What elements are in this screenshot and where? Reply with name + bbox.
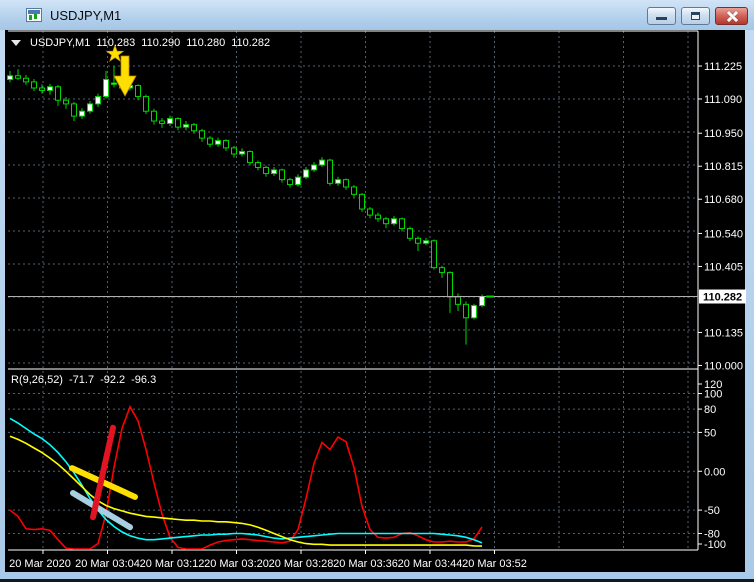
indicator-line-R-slow bbox=[9, 435, 483, 547]
close-icon bbox=[726, 11, 738, 22]
symbol-dropdown-icon[interactable] bbox=[11, 40, 21, 46]
time-axis-label: 20 Mar 03:52 bbox=[462, 558, 527, 570]
indicator-line-R-fast bbox=[9, 404, 483, 550]
indicator-axis-label: -50 bbox=[704, 505, 720, 517]
chart-canvas[interactable]: 111.225 111.090 110.950 110.815 110.680 110.5… bbox=[0, 0, 754, 582]
main-chart-header: USDJPY,M1 110.283 110.290 110.280 110.28… bbox=[11, 37, 270, 49]
indicator-axis[interactable]: 12010080500.00-50-80-100 bbox=[698, 379, 726, 551]
price-axis-label: 110.135 bbox=[704, 327, 743, 339]
candles bbox=[7, 66, 485, 345]
down-arrow-annotation bbox=[113, 55, 137, 97]
price-axis-label: 111.090 bbox=[704, 94, 742, 106]
indicator-axis-label: 100 bbox=[704, 389, 722, 401]
indicator-axis-label: -100 bbox=[704, 539, 726, 551]
price-axis-label: 110.950 bbox=[704, 128, 743, 140]
time-axis[interactable]: 20 Mar 2020 20 Mar 03:04 20 Mar 03:12 20 Ma… bbox=[9, 550, 527, 570]
minimize-icon bbox=[656, 17, 667, 20]
chart-window-icon bbox=[26, 8, 42, 22]
indicator-value-2: -92.2 bbox=[100, 374, 126, 386]
price-axis-label: 110.540 bbox=[704, 228, 743, 240]
price-axis-label: 111.225 bbox=[704, 61, 742, 73]
indicator-lines bbox=[9, 404, 483, 550]
restore-icon bbox=[691, 12, 700, 20]
price-axis-label: 110.000 bbox=[704, 360, 743, 372]
panel-frames bbox=[8, 30, 699, 551]
time-axis-label: 20 Mar 03:28 bbox=[269, 558, 334, 570]
header-low: 110.280 bbox=[186, 37, 226, 49]
restore-button[interactable] bbox=[681, 7, 710, 25]
indicator-axis-label: 0.00 bbox=[704, 466, 725, 478]
title-bar[interactable]: USDJPY,M1 bbox=[0, 0, 754, 30]
current-price-tag: 110.282 bbox=[703, 292, 742, 304]
header-symbol: USDJPY,M1 bbox=[30, 37, 91, 49]
header-open: 110.283 bbox=[96, 37, 136, 49]
indicator-axis-label: 50 bbox=[704, 427, 716, 439]
header-high: 110.290 bbox=[141, 37, 181, 49]
close-button[interactable] bbox=[715, 7, 748, 25]
indicator-name: R(9,26,52) bbox=[11, 374, 63, 386]
time-axis-label: 20 Mar 03:20 bbox=[204, 558, 269, 570]
chart-window: USDJPY,M1 111.225 111.090 110.950 110.815 11… bbox=[0, 0, 754, 582]
window-title: USDJPY,M1 bbox=[50, 7, 122, 23]
minimize-button[interactable] bbox=[647, 7, 676, 25]
time-axis-label: 20 Mar 03:12 bbox=[140, 558, 205, 570]
time-axis-label: 20 Mar 03:04 bbox=[75, 558, 140, 570]
price-axis-label: 110.815 bbox=[704, 161, 743, 173]
time-axis-label: 20 Mar 2020 bbox=[9, 558, 71, 570]
indicator-value-1: -71.7 bbox=[68, 374, 95, 386]
price-axis-label: 110.680 bbox=[704, 194, 743, 206]
indicator-header: R(9,26,52) -71.7 -92.2 -96.3 bbox=[11, 374, 156, 386]
time-axis-label: 20 Mar 03:44 bbox=[398, 558, 463, 570]
price-axis-label: 110.405 bbox=[704, 261, 743, 273]
time-axis-label: 20 Mar 03:36 bbox=[333, 558, 398, 570]
window-controls bbox=[647, 7, 748, 25]
indicator-value-3: -96.3 bbox=[131, 374, 157, 386]
indicator-axis-label: 80 bbox=[704, 404, 716, 416]
grid-lines bbox=[8, 31, 698, 550]
header-close: 110.282 bbox=[231, 37, 271, 49]
price-axis[interactable]: 111.225 111.090 110.950 110.815 110.680 110.5… bbox=[698, 61, 746, 372]
